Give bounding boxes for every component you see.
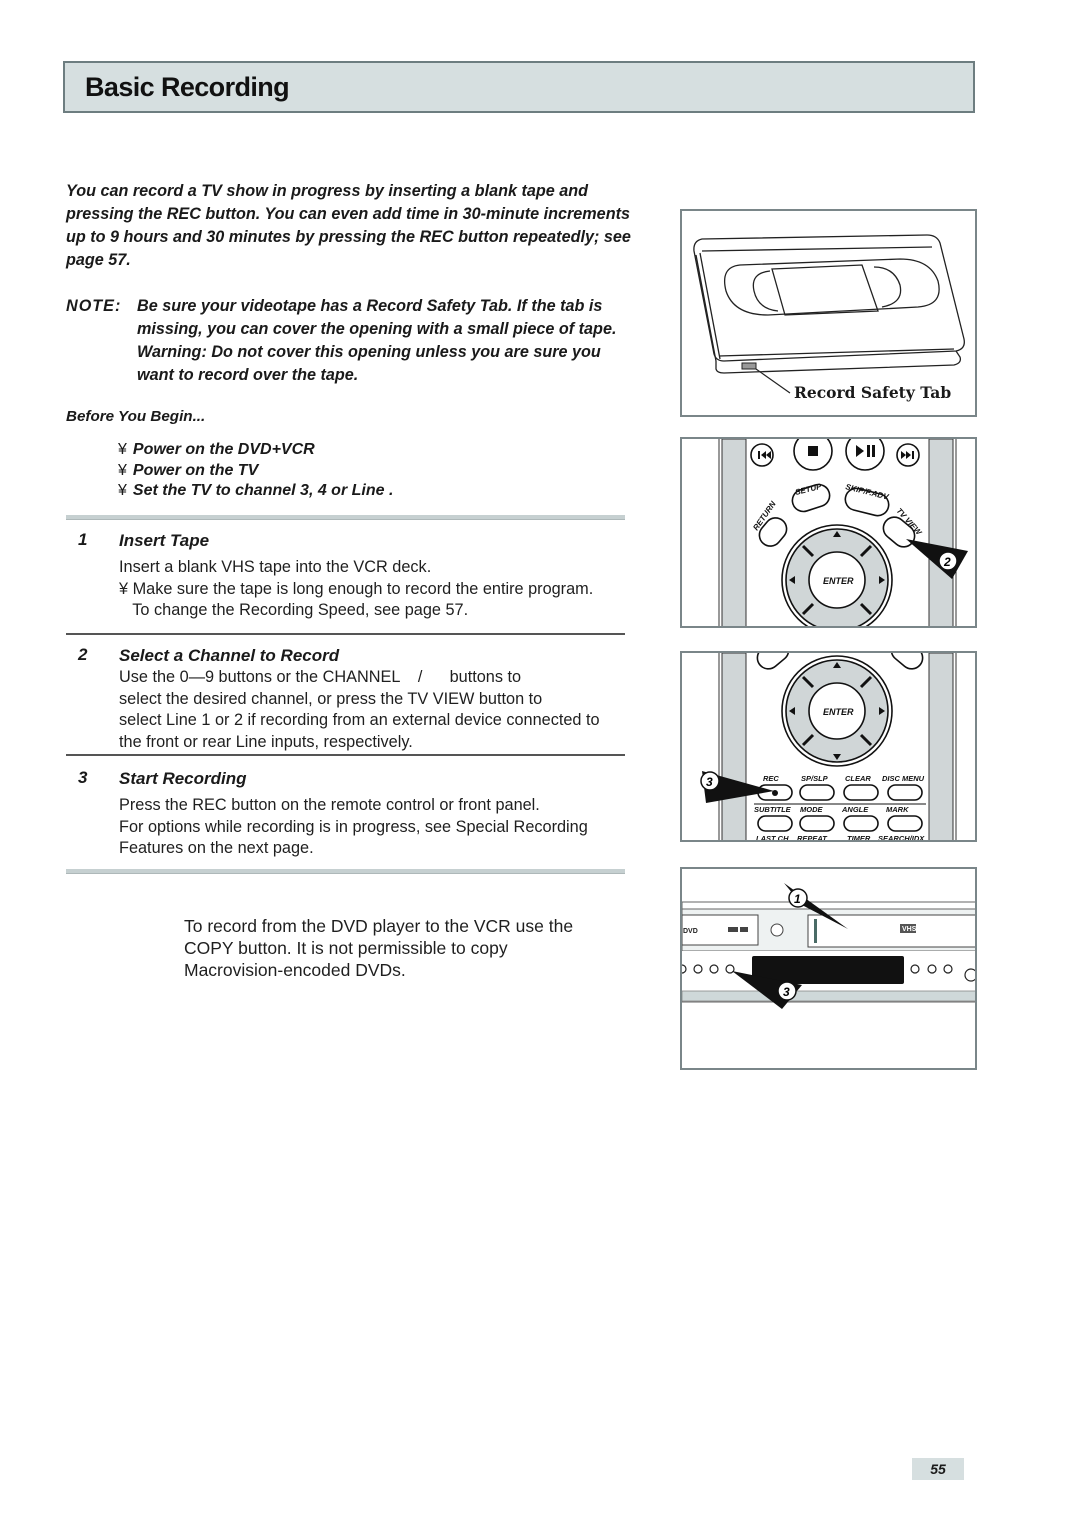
step-divider	[66, 754, 625, 756]
list-item-text: Power on the DVD+VCR	[132, 441, 315, 458]
step-number: 1	[78, 530, 88, 549]
step-line: Features on the next page.	[119, 839, 314, 857]
callout-number: 3	[706, 775, 713, 789]
before-you-begin-list: ¥ Power on the DVD+VCR ¥ Power on the TV ¥…	[118, 440, 393, 502]
copy-note: To record from the DVD player to the VCR…	[184, 915, 624, 981]
vhs-logo: VHS	[902, 926, 917, 933]
step-line: To change the Recording Speed, see page …	[119, 601, 469, 619]
copy-note-line: To record from the DVD player to the VCR…	[184, 916, 574, 936]
disc-menu-label: DISC MENU	[882, 774, 925, 783]
section-divider	[66, 869, 625, 874]
subtitle-label: SUBTITLE	[754, 805, 792, 814]
bullet-glyph: ¥	[118, 441, 127, 458]
search-idx-label: SEARCH/IDX	[878, 834, 925, 842]
mark-button[interactable]	[887, 815, 923, 832]
bullet-glyph: ¥	[118, 482, 127, 499]
repeat-label: REPEAT	[797, 834, 828, 842]
bullet-glyph: ¥	[118, 461, 127, 479]
step-text: Insert a blank VHS tape into the VCR dec…	[119, 557, 636, 622]
step-title: Insert Tape	[119, 531, 210, 550]
step-line: select the desired channel, or press the…	[119, 689, 543, 708]
step-line: For options while recording is in progre…	[119, 817, 588, 836]
front-panel-figure: DVD VHS 1 3	[680, 867, 977, 1070]
callout-number: 2	[943, 555, 951, 569]
angle-button[interactable]	[843, 815, 879, 832]
step-title: Start Recording	[119, 769, 247, 788]
clear-label: CLEAR	[845, 774, 871, 783]
step-line: the front or rear Line inputs, respectiv…	[119, 732, 413, 751]
step-line: ¥ Make sure the tape is long enough to r…	[119, 579, 594, 598]
front-panel-illustration: DVD VHS 1 3	[682, 883, 975, 1009]
copy-note-line: COPY button. It is not permissible to co…	[184, 938, 508, 958]
front-rec-button[interactable]	[725, 964, 735, 974]
step-number: 2	[78, 645, 88, 664]
step-number: 3	[78, 768, 88, 787]
step-1: 1 Insert Tape Insert a blank VHS tape in…	[66, 530, 636, 622]
mode-button[interactable]	[799, 815, 835, 832]
callout-number: 1	[794, 892, 801, 906]
step-3: 3 Start Recording Press the REC button o…	[66, 768, 636, 860]
eject-button[interactable]	[770, 923, 784, 937]
note-block: NOTE: Be sure your videotape has a Recor…	[66, 295, 636, 387]
callout-leader-line	[755, 368, 791, 394]
section-divider	[66, 515, 625, 520]
remote-top-figure: SETUP SKIP/F.ADV RETURN TV VIEW ENTER 2	[680, 437, 977, 628]
list-item: ¥ Power on the DVD+VCR	[118, 440, 393, 461]
stop-icon	[808, 446, 818, 456]
step-title: Select a Channel to Record	[119, 646, 340, 665]
step-text: Use the 0—9 buttons or the CHANNEL / but…	[119, 667, 636, 753]
vhs-tape-figure: Record Safety Tab	[680, 209, 977, 417]
enter-label: ENTER	[823, 707, 854, 717]
timer-label: TIMER	[847, 834, 871, 842]
clear-button[interactable]	[843, 784, 879, 801]
step-line: Use the 0—9 buttons or the CHANNEL / but…	[119, 668, 522, 686]
rec-label: REC	[763, 774, 779, 783]
before-you-begin-heading: Before You Begin...	[66, 408, 206, 425]
list-item: ¥ Set the TV to channel 3, 4 or Line .	[118, 481, 393, 502]
step-line: Press the REC button on the remote contr…	[119, 796, 540, 814]
disc-menu-button[interactable]	[887, 784, 923, 801]
subtitle-button[interactable]	[757, 815, 793, 832]
list-item-text: Set the TV to channel 3, 4 or Line .	[132, 482, 394, 499]
angle-label: ANGLE	[841, 805, 869, 814]
callout-number: 3	[783, 985, 790, 999]
page-title-bar: Basic Recording	[63, 61, 975, 113]
remote-bottom-figure: ENTER REC SP/SLP CLEAR DISC MENU SUBTITL…	[680, 651, 977, 842]
mark-label: MARK	[886, 805, 909, 814]
step-line: select Line 1 or 2 if recording from an …	[119, 711, 600, 729]
note-label: NOTE:	[66, 297, 122, 315]
step-divider	[66, 633, 625, 635]
step-text: Press the REC button on the remote contr…	[119, 795, 636, 860]
remote-bottom-illustration: ENTER REC SP/SLP CLEAR DISC MENU SUBTITL…	[700, 653, 957, 842]
enter-label: ENTER	[823, 576, 854, 586]
intro-paragraph: You can record a TV show in progress by …	[66, 182, 631, 269]
last-ch-label: LAST CH	[756, 834, 789, 842]
list-item: ¥ Power on the TV	[118, 461, 393, 482]
step-line: Insert a blank VHS tape into the VCR dec…	[119, 558, 432, 576]
page-number: 55	[912, 1458, 964, 1480]
remote-top-illustration: SETUP SKIP/F.ADV RETURN TV VIEW ENTER 2	[718, 439, 968, 626]
step-2: 2 Select a Channel to Record Use the 0—9…	[66, 645, 636, 753]
mode-label: MODE	[800, 805, 823, 814]
record-safety-tab-marker	[741, 362, 757, 370]
dvd-logo: DVD	[683, 928, 698, 935]
list-item-text: Power on the TV	[132, 461, 259, 479]
play-pause-button[interactable]	[845, 439, 885, 471]
page-title: Basic Recording	[85, 72, 290, 102]
sp-slp-button[interactable]	[799, 784, 835, 801]
record-safety-tab-caption: Record Safety Tab	[794, 383, 952, 402]
copy-note-line: Macrovision-encoded DVDs.	[184, 960, 406, 980]
sp-slp-label: SP/SLP	[801, 774, 829, 783]
note-text: Be sure your videotape has a Record Safe…	[137, 297, 617, 384]
